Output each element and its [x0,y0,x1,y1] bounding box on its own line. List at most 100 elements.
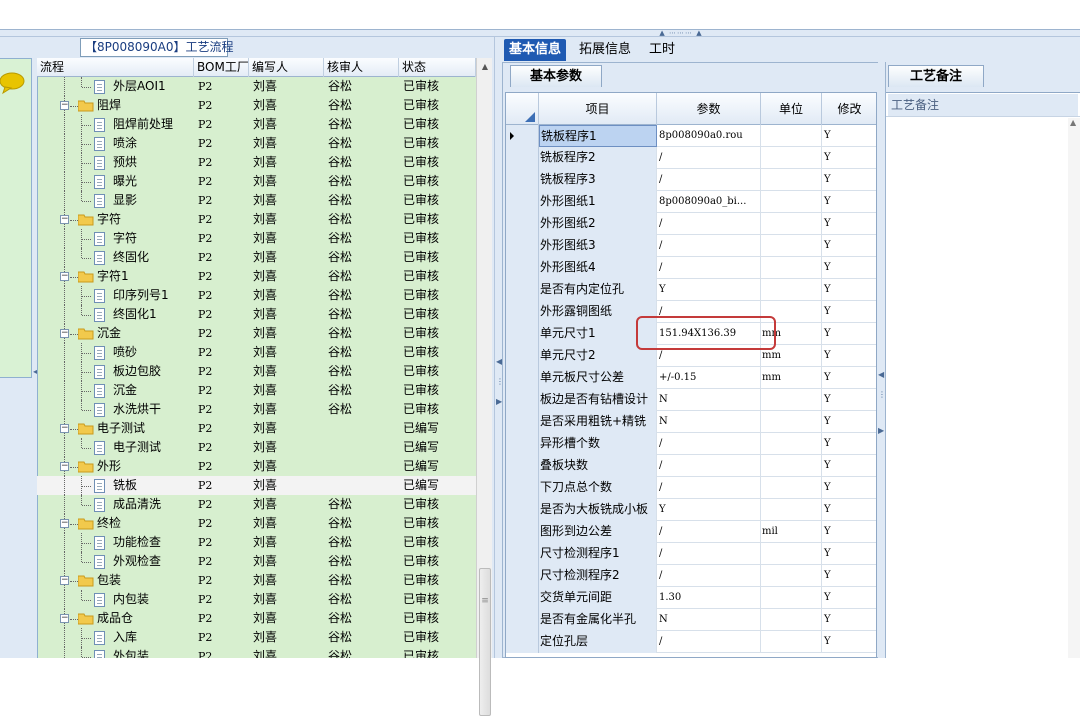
row-header[interactable] [506,191,539,213]
grid-cell-unit[interactable] [761,499,822,521]
tree-node[interactable]: 预烘 [37,153,194,172]
row-header[interactable] [506,477,539,499]
top-splitter-strip[interactable] [0,30,1080,37]
row-header[interactable] [506,389,539,411]
grid-cell-unit[interactable] [761,631,822,653]
grid-cell-unit[interactable]: mm [761,367,822,389]
tree-node[interactable]: − 包装 [37,571,194,590]
tree-row[interactable]: 电子测试 P2 刘喜 已编写 [37,438,476,457]
tree-col-bom[interactable]: BOM工厂 [194,58,249,77]
tree-node[interactable]: 沉金 [37,381,194,400]
tab-extended-info[interactable]: 拓展信息 [574,39,636,61]
grid-col-modify[interactable]: 修改 [822,93,876,125]
grid-row[interactable]: 尺寸检测程序1/ Y [506,543,876,565]
grid-row[interactable]: 异形槽个数 / Y [506,433,876,455]
grid-cell-param[interactable]: +/-0.15 [657,367,761,389]
grid-cell-unit[interactable] [761,543,822,565]
grid-cell-param[interactable]: / [657,565,761,587]
tree-node[interactable]: − 终检 [37,514,194,533]
row-header[interactable] [506,235,539,257]
grid-row[interactable]: 下刀点总个数 / Y [506,477,876,499]
row-header[interactable] [506,367,539,389]
right-splitter[interactable]: ◀ ⋮ ▶ [878,62,886,658]
tree-row[interactable]: 成品清洗 P2 刘喜 谷松 已审核 [37,495,476,514]
grid-cell-param[interactable]: / [657,477,761,499]
grid-cell-modify[interactable]: Y [822,521,876,543]
grid-cell-param[interactable]: N [657,609,761,631]
grid-row[interactable]: 单元板尺寸公差 +/-0.15 mm Y [506,367,876,389]
grid-cell-param[interactable]: / [657,147,761,169]
tree-node[interactable]: − 成品仓 [37,609,194,628]
grid-row[interactable]: 板边是否有钻槽设计 N Y [506,389,876,411]
row-header[interactable] [506,147,539,169]
grid-cell-modify[interactable]: Y [822,345,876,367]
tree-row[interactable]: 显影 P2 刘喜 谷松 已审核 [37,191,476,210]
grid-cell-unit[interactable] [761,125,822,147]
grid-cell-modify[interactable]: Y [822,477,876,499]
grid-cell-unit[interactable] [761,433,822,455]
grid-cell-unit[interactable] [761,235,822,257]
tree-row[interactable]: 字符 P2 刘喜 谷松 已审核 [37,229,476,248]
tree-node[interactable]: − 电子测试 [37,419,194,438]
tree-node[interactable]: 显影 [37,191,194,210]
collapse-toggle-icon[interactable]: − [60,614,69,623]
tree-col-writer[interactable]: 编写人 [249,58,324,77]
chat-bubble-icon[interactable] [0,70,26,96]
grid-cell-param[interactable]: 8p008090a0_bi... [657,191,761,213]
tree-node[interactable]: − 字符 [37,210,194,229]
remarks-textarea[interactable] [886,116,1080,658]
tree-col-reviewer[interactable]: 核审人 [324,58,399,77]
grid-col-item[interactable]: 项目 [539,93,657,125]
grid-cell-modify[interactable]: Y [822,235,876,257]
grid-cell-unit[interactable] [761,279,822,301]
tree-scrollbar[interactable]: ▲ ≡ [476,58,493,716]
grid-row[interactable]: 交货单元间距 1.30 Y [506,587,876,609]
row-header[interactable] [506,323,539,345]
grid-cell-modify[interactable]: Y [822,455,876,477]
grid-corner-icon[interactable] [506,93,539,125]
grid-row[interactable]: 尺寸检测程序2/ Y [506,565,876,587]
row-header[interactable] [506,521,539,543]
scroll-up-arrow-icon[interactable]: ▲ [477,58,493,76]
scroll-up-arrow-icon[interactable]: ▲ [1070,118,1076,127]
tree-node[interactable]: 外包装 [37,647,194,658]
tree-col-flow[interactable]: 流程 [37,58,194,77]
grid-cell-param[interactable]: Y [657,499,761,521]
grid-cell-unit[interactable] [761,213,822,235]
grid-cell-unit[interactable] [761,565,822,587]
tree-folder-row[interactable]: − 字符1 P2 刘喜 谷松 已审核 [37,267,476,286]
grid-cell-param[interactable]: / [657,433,761,455]
grid-cell-modify[interactable]: Y [822,631,876,653]
tree-folder-row[interactable]: − 成品仓 P2 刘喜 谷松 已审核 [37,609,476,628]
grid-cell-modify[interactable]: Y [822,543,876,565]
tree-row[interactable]: 水洗烘干 P2 刘喜 谷松 已审核 [37,400,476,419]
main-splitter[interactable]: ◀ ⋮ ▶ [494,37,504,658]
grid-cell-modify[interactable]: Y [822,411,876,433]
grid-row[interactable]: 铣板程序3/ Y [506,169,876,191]
grid-row[interactable]: 图形到边公差 / mil Y [506,521,876,543]
tree-col-status[interactable]: 状态 [399,58,476,77]
grid-cell-unit[interactable] [761,169,822,191]
grid-cell-param[interactable]: N [657,389,761,411]
grid-cell-param[interactable]: / [657,521,761,543]
grid-cell-modify[interactable]: Y [822,169,876,191]
tree-folder-row[interactable]: − 外形 P2 刘喜 已编写 [37,457,476,476]
tree-row[interactable]: 终固化1 P2 刘喜 谷松 已审核 [37,305,476,324]
row-header[interactable] [506,301,539,323]
row-header[interactable] [506,455,539,477]
remarks-scrollbar[interactable]: ▲ [1068,118,1080,658]
grid-cell-param[interactable]: / [657,235,761,257]
row-indicator-arrow-icon[interactable] [506,125,539,147]
tree-node[interactable]: 成品清洗 [37,495,194,514]
row-header[interactable] [506,257,539,279]
row-header[interactable] [506,543,539,565]
row-header[interactable] [506,587,539,609]
grid-cell-modify[interactable]: Y [822,609,876,631]
tree-node[interactable]: 板边包胶 [37,362,194,381]
row-header[interactable] [506,609,539,631]
tree-folder-row[interactable]: − 字符 P2 刘喜 谷松 已审核 [37,210,476,229]
grid-cell-modify[interactable]: Y [822,191,876,213]
grid-cell-modify[interactable]: Y [822,323,876,345]
tree-node[interactable]: 印序列号1 [37,286,194,305]
grid-cell-modify[interactable]: Y [822,367,876,389]
